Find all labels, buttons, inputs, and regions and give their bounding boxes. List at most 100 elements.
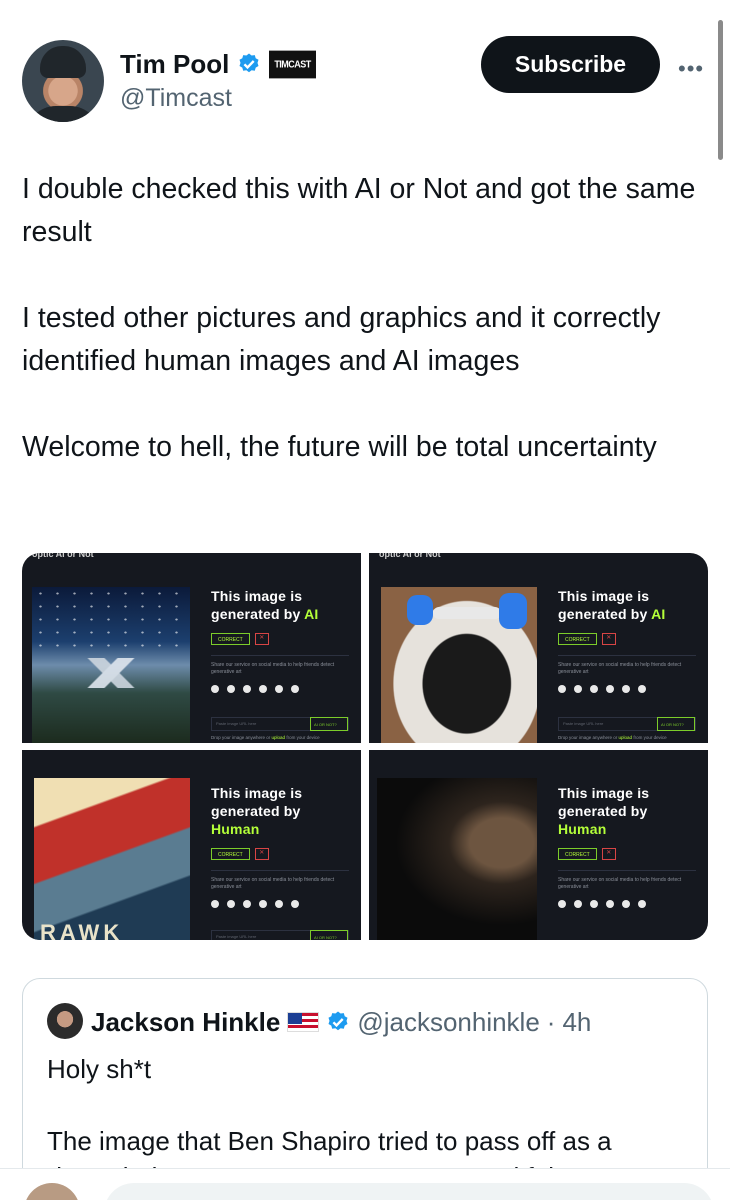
ai-or-not-button[interactable]: AI OR NOT? xyxy=(657,717,695,731)
social-icon[interactable] xyxy=(227,685,235,693)
media-image-2[interactable]: optic AI or Not This image is generated … xyxy=(369,553,708,743)
author-avatar[interactable] xyxy=(22,40,104,122)
share-text: Share our service on social media to hel… xyxy=(211,662,335,675)
url-input[interactable]: Paste image URL here AI OR NOT? xyxy=(558,717,696,731)
result-panel: This image is generated by AI CORRECT ✕ … xyxy=(211,587,356,693)
reply-bar xyxy=(0,1168,730,1200)
social-icon[interactable] xyxy=(558,685,566,693)
author-name[interactable]: Tim Pool xyxy=(120,49,229,80)
quoted-author-name[interactable]: Jackson Hinkle xyxy=(91,1007,280,1038)
social-icon[interactable] xyxy=(622,685,630,693)
quoted-author-handle[interactable]: @jacksonhinkle xyxy=(357,1007,539,1038)
link-icon[interactable] xyxy=(638,685,646,693)
mountain-night-photo xyxy=(32,587,190,743)
media-image-3[interactable]: RAWK This image is generated by Human CO… xyxy=(22,750,361,940)
social-icon[interactable] xyxy=(259,900,267,908)
user-avatar[interactable] xyxy=(24,1183,80,1200)
social-icon[interactable] xyxy=(275,900,283,908)
link-icon[interactable] xyxy=(291,685,299,693)
drop-hint: Drop your image anywhere or upload from … xyxy=(558,735,667,740)
social-icons xyxy=(558,900,703,908)
social-icon[interactable] xyxy=(259,685,267,693)
social-icon[interactable] xyxy=(227,900,235,908)
charred-object-photo xyxy=(381,587,537,743)
result-title: This image is generated by Human xyxy=(211,784,356,838)
social-icon[interactable] xyxy=(243,900,251,908)
link-icon[interactable] xyxy=(638,900,646,908)
author-handle[interactable]: @Timcast xyxy=(120,84,232,113)
divider xyxy=(558,870,696,871)
drop-hint: Drop your image anywhere or upload from … xyxy=(211,735,320,740)
social-icon[interactable] xyxy=(243,685,251,693)
blue-glove-right xyxy=(499,593,527,629)
scrollbar[interactable] xyxy=(718,20,723,160)
media-image-1[interactable]: optic AI or Not This image is generated … xyxy=(22,553,361,743)
result-title: This image is generated by Human xyxy=(558,784,703,838)
more-options-icon[interactable]: ••• xyxy=(678,56,704,82)
upload-link[interactable]: upload xyxy=(272,735,286,740)
correct-button[interactable]: CORRECT xyxy=(558,848,597,860)
drop-suffix: from your device xyxy=(633,735,667,740)
blue-glove-left xyxy=(407,595,433,625)
share-text: Share our service on social media to hel… xyxy=(558,662,682,675)
social-icon[interactable] xyxy=(275,685,283,693)
separator-dot: · xyxy=(546,1006,556,1037)
reply-input[interactable] xyxy=(104,1183,714,1200)
upload-link[interactable]: upload xyxy=(619,735,633,740)
media-image-4[interactable]: This image is generated by Human CORRECT… xyxy=(369,750,708,940)
social-icon[interactable] xyxy=(606,685,614,693)
stars xyxy=(32,587,190,650)
social-icon[interactable] xyxy=(590,685,598,693)
social-icon[interactable] xyxy=(211,685,219,693)
thumbs-down-icon[interactable]: ✕ xyxy=(601,848,616,860)
thumbs-down-icon[interactable]: ✕ xyxy=(601,633,616,645)
social-icon[interactable] xyxy=(211,900,219,908)
tweet-header: Tim Pool TIMCAST @Timcast Subscribe ••• xyxy=(0,0,730,160)
result-title: This image is generated by AI xyxy=(558,587,703,623)
correct-button[interactable]: CORRECT xyxy=(211,633,250,645)
correct-button[interactable]: CORRECT xyxy=(558,633,597,645)
social-icon[interactable] xyxy=(558,900,566,908)
result-prefix: This image is generated by xyxy=(558,785,650,819)
quoted-author-avatar[interactable] xyxy=(47,1003,83,1039)
ai-or-not-button[interactable]: AI OR NOT? xyxy=(310,717,348,731)
result-panel: This image is generated by Human CORRECT… xyxy=(558,784,703,908)
social-icon[interactable] xyxy=(574,900,582,908)
feedback-row: CORRECT ✕ xyxy=(558,633,703,645)
social-icon[interactable] xyxy=(574,685,582,693)
share-text: Share our service on social media to hel… xyxy=(211,877,335,890)
url-input[interactable]: Paste image URL here AI OR NOT? xyxy=(211,930,349,940)
tweet-text: I double checked this with AI or Not and… xyxy=(22,168,712,512)
affiliate-badge[interactable]: TIMCAST xyxy=(269,50,316,78)
url-placeholder: Paste image URL here xyxy=(563,721,604,726)
url-placeholder: Paste image URL here xyxy=(216,934,257,939)
url-placeholder: Paste image URL here xyxy=(216,721,257,726)
app-brand: optic AI or Not xyxy=(32,553,94,559)
social-icon[interactable] xyxy=(590,900,598,908)
media-grid[interactable]: optic AI or Not This image is generated … xyxy=(22,553,708,940)
social-icon[interactable] xyxy=(606,900,614,908)
ai-or-not-button[interactable]: AI OR NOT? xyxy=(310,930,348,940)
url-input[interactable]: Paste image URL here AI OR NOT? xyxy=(211,717,349,731)
thumbs-down-icon[interactable]: ✕ xyxy=(254,633,269,645)
divider xyxy=(558,655,696,656)
social-icons xyxy=(558,685,703,693)
feedback-row: CORRECT ✕ xyxy=(211,848,356,860)
tube xyxy=(433,607,501,619)
avatar-shirt xyxy=(26,106,100,122)
quoted-timestamp[interactable]: 4h xyxy=(562,1007,591,1038)
tweet-paragraph: I double checked this with AI or Not and… xyxy=(22,173,696,248)
portrait-photo xyxy=(377,778,537,940)
feedback-row: CORRECT ✕ xyxy=(211,633,356,645)
link-icon[interactable] xyxy=(291,900,299,908)
thumbs-down-icon[interactable]: ✕ xyxy=(254,848,269,860)
social-icons xyxy=(211,685,356,693)
drop-suffix: from your device xyxy=(286,735,320,740)
app-brand: optic AI or Not xyxy=(379,553,441,559)
feedback-row: CORRECT ✕ xyxy=(558,848,703,860)
subscribe-button[interactable]: Subscribe xyxy=(481,36,660,93)
quoted-tweet[interactable]: Jackson Hinkle @jacksonhinkle · 4h Holy … xyxy=(22,978,708,1200)
correct-button[interactable]: CORRECT xyxy=(211,848,250,860)
drop-prefix: Drop your image anywhere or xyxy=(211,735,271,740)
social-icon[interactable] xyxy=(622,900,630,908)
